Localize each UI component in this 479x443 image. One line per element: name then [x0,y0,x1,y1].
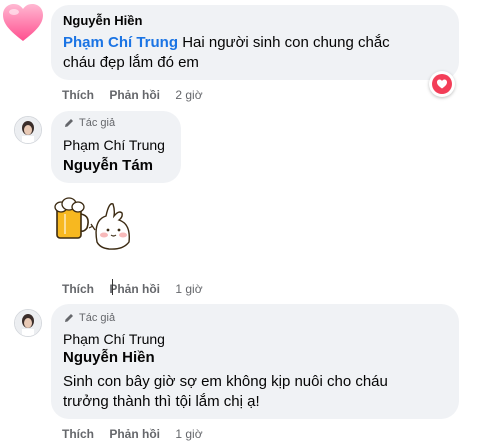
author-badge-label: Tác giả [79,312,116,324]
avatar[interactable] [14,116,42,144]
reply-button[interactable]: Phản hồi [109,282,160,296]
comment-text: Sinh con bây giờ sợ em không kịp nuôi ch… [63,373,388,390]
reply-button[interactable]: Phản hồi [109,88,160,102]
comment-author[interactable]: Nguyễn Hiền [63,13,142,28]
author-badge-label: Tác giả [79,117,116,129]
comment-bubble: Tác giả Phạm Chí Trung Nguyễn Tám [51,111,181,183]
mention-link[interactable]: Nguyễn Hiền [63,349,155,366]
like-button[interactable]: Thích [62,282,94,296]
pencil-icon [65,314,73,322]
comment-actions: Thích Phản hồi 2 giờ [62,88,203,102]
profile-photo-icon [15,310,41,336]
like-button[interactable]: Thích [62,88,94,102]
comment-body: Sinh con bây giờ sợ em không kịp nuôi ch… [63,372,455,412]
comment-author[interactable]: Phạm Chí Trung [63,137,165,153]
profile-photo-icon [15,117,41,143]
heart-avatar[interactable] [0,0,46,46]
author-badge: Tác giả [63,117,115,129]
timestamp[interactable]: 1 giờ [175,282,202,296]
pencil-icon [65,119,73,127]
comment-actions: Thích Phản hồi 1 giờ [62,427,203,441]
sticker[interactable] [51,190,141,260]
avatar[interactable] [14,309,42,337]
comment-text: cháu đẹp lắm đó em [63,54,199,71]
love-reaction-badge[interactable] [429,71,455,97]
comment-author[interactable]: Phạm Chí Trung [63,331,165,347]
timestamp[interactable]: 2 giờ [175,88,202,102]
comment-bubble: Tác giả Phạm Chí Trung Nguyễn Hiền Sinh … [51,304,459,419]
comment-bubble: Nguyễn Hiền Phạm Chí Trung Hai người sin… [51,5,459,80]
timestamp[interactable]: 1 giờ [175,427,202,441]
text-cursor [112,279,113,295]
beer-bunny-sticker [54,197,130,250]
love-icon [432,74,452,94]
like-button[interactable]: Thích [62,427,94,441]
author-badge: Tác giả [63,312,115,324]
comment-text: trưởng thành thì tội lắm chị ạ! [63,393,260,410]
heart-icon [3,4,43,41]
comment-actions: Thích Phản hồi 1 giờ [62,282,203,296]
comment-text: Hai người sinh con chung chắc [182,34,390,51]
mention-link[interactable]: Nguyễn Tám [63,157,153,174]
comment-body: Phạm Chí Trung Hai người sinh con chung … [63,33,453,73]
mention-link[interactable]: Phạm Chí Trung [63,34,178,51]
reply-button[interactable]: Phản hồi [109,427,160,441]
